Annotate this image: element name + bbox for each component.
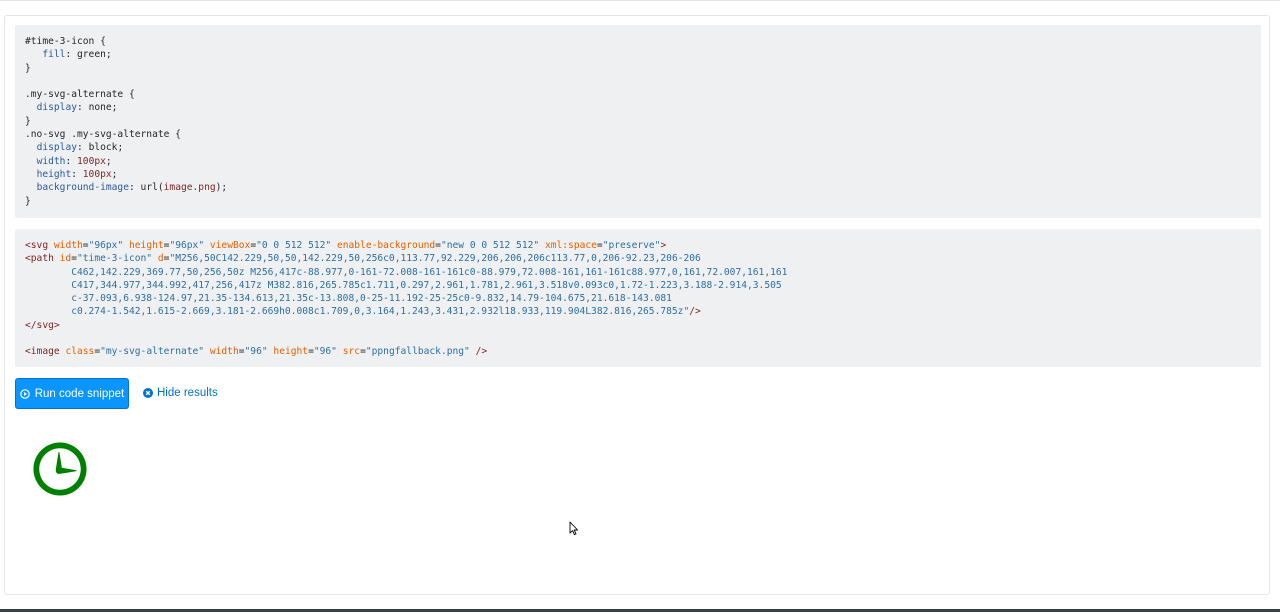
css-code-line: } bbox=[25, 63, 31, 74]
css-code-line: display: block; bbox=[25, 142, 124, 154]
clock-icon bbox=[27, 436, 93, 502]
html-code-line: </svg> bbox=[25, 320, 60, 331]
code-token: class bbox=[65, 346, 95, 358]
css-code-line: display: none; bbox=[25, 102, 118, 114]
code-token: viewBox bbox=[209, 240, 251, 251]
code-token: ; bbox=[105, 155, 112, 167]
code-token: /> bbox=[689, 306, 701, 318]
html-code-line: <path id="time-3-icon" d="M256,50C142.22… bbox=[25, 253, 701, 264]
code-token: "preserve" bbox=[602, 240, 661, 251]
code-token: image.png bbox=[163, 182, 216, 194]
code-token: "new 0 0 512 512" bbox=[440, 240, 540, 251]
snippet-result-area bbox=[15, 420, 1261, 585]
css-code-line: #time-3-icon { bbox=[25, 36, 106, 47]
hide-results-label: Hide results bbox=[157, 387, 218, 399]
html-code-line: c0.274-1.542,1.615-2.669,3.181-2.669h0.0… bbox=[25, 306, 701, 317]
code-token: enable-background bbox=[336, 240, 436, 251]
code-token: 100px bbox=[77, 155, 106, 167]
code-token: .no-svg .my-svg-alternate { bbox=[25, 129, 181, 141]
code-token: display bbox=[36, 102, 77, 114]
code-token: <image bbox=[25, 346, 66, 358]
code-token: xml:space bbox=[544, 240, 597, 251]
code-token: "96" bbox=[244, 346, 268, 358]
code-token: height bbox=[273, 346, 309, 358]
code-token: "0 0 512 512" bbox=[256, 240, 332, 251]
code-token: <svg bbox=[25, 240, 54, 251]
code-token: 100px bbox=[82, 168, 112, 180]
code-token: "M256,50C142.229,50,50,142.229,50,256c0,… bbox=[169, 253, 701, 265]
code-token: display bbox=[36, 142, 77, 154]
code-token: </svg> bbox=[25, 319, 60, 331]
code-token: width bbox=[36, 155, 66, 167]
code-token: #time-3-icon { bbox=[25, 36, 106, 47]
code-token: : bbox=[77, 102, 89, 114]
code-token: ; bbox=[111, 168, 118, 180]
code-token: > bbox=[660, 240, 667, 251]
code-token: height bbox=[129, 240, 164, 251]
code-token: : bbox=[65, 155, 78, 167]
html-code-line: c-37.093,6.938-124.97,21.35-134.613,21.3… bbox=[25, 293, 672, 304]
code-token: height bbox=[36, 168, 72, 180]
code-token: block; bbox=[88, 142, 124, 154]
code-token: "time-3-icon" bbox=[77, 253, 153, 265]
html-code-block[interactable]: <svg width="96px" height="96px" viewBox=… bbox=[15, 229, 1261, 367]
hide-results-link[interactable]: Hide results bbox=[143, 386, 218, 400]
play-circle-icon bbox=[19, 388, 30, 399]
code-token: "96px" bbox=[169, 240, 205, 251]
code-token: .my-svg-alternate { bbox=[25, 89, 135, 101]
code-token: } bbox=[25, 195, 31, 207]
code-token: url( bbox=[140, 182, 164, 194]
close-circle-icon bbox=[143, 388, 153, 398]
run-button-label: Run code snippet bbox=[34, 387, 125, 400]
css-code-line: .no-svg .my-svg-alternate { bbox=[25, 129, 181, 140]
css-code-line: height: 100px; bbox=[25, 168, 118, 180]
html-code-line: <image class="my-svg-alternate" width="9… bbox=[25, 346, 487, 357]
css-code-line: .my-svg-alternate { bbox=[25, 89, 135, 100]
code-token: C417,344.977,344.992,417,256,417z M382.8… bbox=[25, 279, 782, 291]
code-token: } bbox=[25, 115, 31, 127]
code-token: width bbox=[209, 346, 239, 358]
css-code-line: } bbox=[25, 196, 31, 207]
code-token: "my-svg-alternate" bbox=[100, 346, 205, 358]
html-code-line: <svg width="96px" height="96px" viewBox=… bbox=[25, 240, 666, 251]
html-code-line: C462,142.229,369.77,50,256,50z M256,417c… bbox=[25, 267, 787, 278]
code-token: C462,142.229,369.77,50,256,50z M256,417c… bbox=[25, 266, 788, 278]
html-code-line: C417,344.977,344.992,417,256,417z M382.8… bbox=[25, 279, 782, 291]
code-token: } bbox=[25, 62, 31, 74]
code-token: width bbox=[53, 240, 83, 251]
code-token: : bbox=[77, 142, 89, 154]
top-divider bbox=[0, 0, 1280, 1]
code-token: : bbox=[65, 49, 77, 61]
code-token: /> bbox=[475, 346, 488, 358]
code-token: src bbox=[342, 346, 361, 358]
css-code-line: width: 100px; bbox=[25, 156, 112, 167]
code-token: <path bbox=[25, 253, 60, 265]
code-token: ); bbox=[215, 182, 228, 194]
code-token: : bbox=[128, 182, 141, 194]
code-token: background-image bbox=[36, 182, 129, 194]
code-token: fill bbox=[42, 49, 66, 61]
css-code-line: } bbox=[25, 116, 31, 127]
code-token: : bbox=[71, 168, 83, 180]
css-code-line: background-image: url(image.png); bbox=[25, 182, 228, 194]
mouse-pointer-icon bbox=[569, 521, 579, 536]
code-token: none; bbox=[88, 102, 118, 114]
code-token: "ppngfallback.png" bbox=[365, 346, 470, 358]
code-token: c-37.093,6.938-124.97,21.35-134.613,21.3… bbox=[25, 293, 672, 305]
css-code-block[interactable]: #time-3-icon { fill: green; } .my-svg-al… bbox=[15, 25, 1261, 218]
code-token: "96px" bbox=[88, 240, 124, 251]
code-token: c0.274-1.542,1.615-2.669,3.181-2.669h0.0… bbox=[25, 306, 690, 318]
code-token: "96" bbox=[313, 346, 337, 358]
css-code-line: fill: green; bbox=[25, 49, 112, 61]
run-code-snippet-button[interactable]: Run code snippet bbox=[15, 378, 129, 409]
code-token: green; bbox=[77, 49, 112, 61]
code-token: id bbox=[59, 253, 72, 265]
